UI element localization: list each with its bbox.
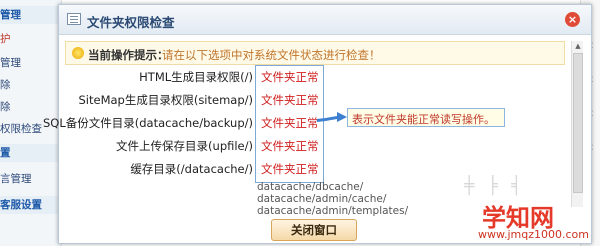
sidebar-item[interactable]: 客服设置: [0, 196, 62, 214]
close-window-button[interactable]: 关闭窗口: [271, 219, 357, 241]
lightbulb-icon: [72, 47, 84, 59]
sidebar-item[interactable]: 权限检查: [0, 120, 42, 138]
folder-status: 文件夹正常: [261, 139, 319, 153]
close-icon[interactable]: ×: [565, 12, 580, 27]
folder-status: 文件夹正常: [261, 70, 319, 84]
sidebar-item[interactable]: 管理: [0, 6, 62, 24]
notice-label: 当前操作提示：: [88, 48, 169, 62]
row-label: 文件上传保存目录(upfile/): [116, 139, 253, 153]
watermark-url: www.jmqz1000.com: [478, 228, 589, 241]
annotation-text: 表示文件夹能正常读写操作。: [352, 113, 495, 126]
folder-status: 文件夹正常: [261, 116, 319, 130]
watermark-ghost: ╪ ╞ ╡: [464, 176, 526, 196]
sidebar-item[interactable]: 置: [0, 144, 62, 162]
notice-text: 请在以下选项中对系统文件状态进行检查！: [162, 48, 381, 62]
row-label: SiteMap生成目录权限(sitemap/): [78, 93, 253, 107]
cache-path: datacache/admin/templates/: [257, 205, 409, 217]
folder-status: 文件夹正常: [261, 93, 319, 107]
vertical-scrollbar[interactable]: ▲: [571, 41, 583, 207]
scroll-up-icon[interactable]: ▲: [573, 41, 583, 51]
sidebar-item[interactable]: 言管理: [0, 170, 32, 188]
sidebar-item[interactable]: 除: [0, 98, 11, 116]
row-label: SQL备份文件目录(datacache/backup/): [42, 116, 253, 130]
annotation-callout: 表示文件夹能正常读写操作。: [347, 108, 505, 127]
folder-status: 文件夹正常: [261, 162, 319, 176]
dialog-title: 文件夹权限检查: [87, 15, 175, 30]
cache-path: datacache/admin/cache/: [257, 193, 387, 205]
cache-path: datacache/dbcache/: [257, 181, 364, 193]
scroll-thumb[interactable]: [573, 53, 583, 193]
sidebar-item[interactable]: 除: [0, 76, 11, 94]
window-icon: [67, 13, 81, 25]
row-label: 缓存目录(/datacache/): [130, 162, 253, 176]
row-label: HTML生成目录权限(/): [139, 70, 253, 84]
sidebar-item[interactable]: 管理: [0, 54, 21, 72]
sidebar-item[interactable]: 护: [0, 30, 11, 48]
operation-notice: 当前操作提示： 请在以下选项中对系统文件状态进行检查！: [65, 41, 565, 65]
dialog-titlebar[interactable]: 文件夹权限检查 ×: [59, 5, 591, 35]
arrow-right-icon: [317, 112, 347, 122]
